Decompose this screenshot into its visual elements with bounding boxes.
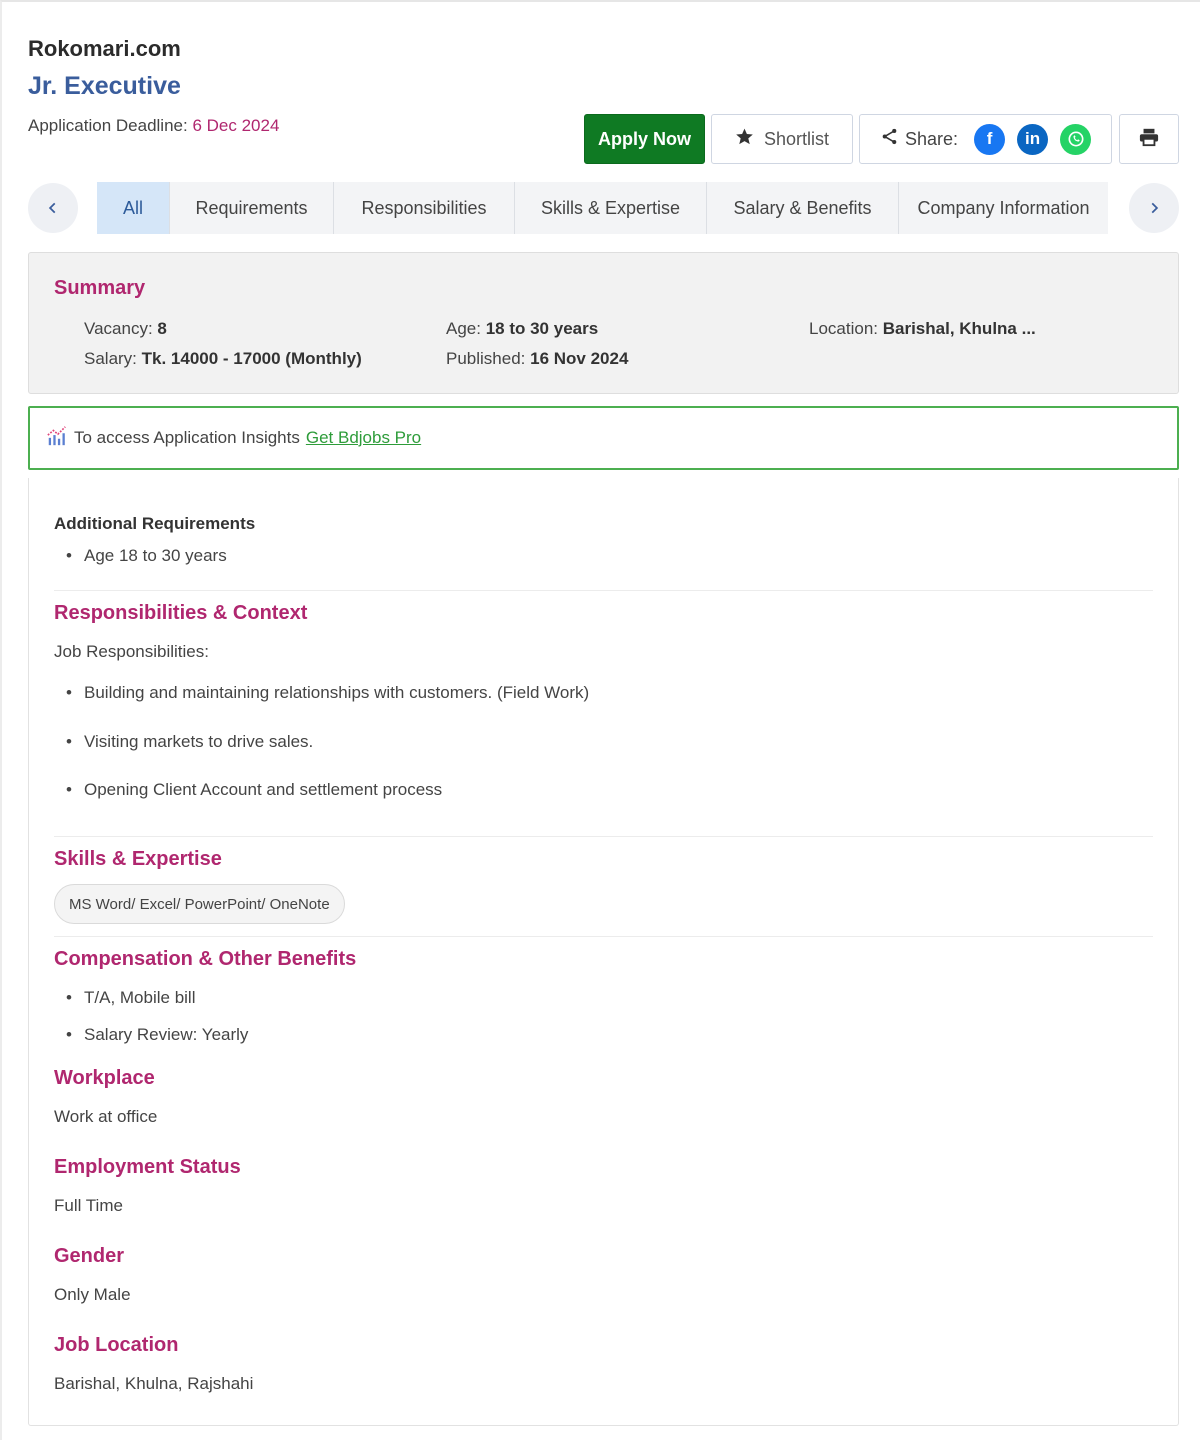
summary-age: Age: 18 to 30 years (446, 319, 598, 339)
company-name[interactable]: Rokomari.com (28, 36, 181, 62)
printer-icon (1138, 127, 1160, 152)
vacancy-label: Vacancy: (84, 319, 158, 338)
divider (54, 936, 1153, 937)
job-details-panel: Additional Requirements Age 18 to 30 yea… (28, 478, 1179, 1426)
deadline-date: 6 Dec 2024 (192, 116, 280, 135)
published-label: Published: (446, 349, 531, 368)
share-icon (880, 127, 899, 151)
benefit-item: T/A, Mobile bill (66, 988, 196, 1008)
additional-requirement-item: Age 18 to 30 years (66, 546, 227, 566)
chevron-left-icon (46, 195, 60, 221)
share-label: Share: (905, 128, 959, 149)
tabs-scroll-left-button[interactable] (28, 183, 78, 233)
tab-requirements[interactable]: Requirements (170, 182, 334, 234)
share-group: Share: f in (859, 114, 1112, 164)
workplace-value: Work at office (54, 1107, 158, 1126)
apply-now-button[interactable]: Apply Now (584, 114, 705, 164)
facebook-icon[interactable]: f (974, 123, 1006, 155)
age-value: 18 to 30 years (485, 319, 599, 338)
responsibilities-title: Responsibilities & Context (54, 602, 308, 624)
tab-salary-benefits[interactable]: Salary & Benefits (707, 182, 899, 234)
summary-location: Location: Barishal, Khulna ... (809, 319, 1036, 339)
chevron-right-icon (1147, 195, 1161, 221)
job-responsibilities-label: Job Responsibilities: (54, 642, 209, 661)
section-tabs: All Requirements Responsibilities Skills… (97, 182, 1108, 234)
divider (54, 590, 1153, 591)
star-icon (735, 127, 754, 151)
employment-status-value: Full Time (54, 1196, 123, 1215)
responsibility-item: Visiting markets to drive sales. (66, 732, 313, 752)
divider (54, 836, 1153, 837)
vacancy-value: 8 (157, 319, 167, 338)
additional-requirements-title: Additional Requirements (54, 514, 256, 533)
salary-value: Tk. 14000 - 17000 (Monthly) (141, 349, 362, 368)
shortlist-button[interactable]: Shortlist (711, 114, 853, 164)
tabs-scroll-right-button[interactable] (1129, 183, 1179, 233)
tab-skills-expertise[interactable]: Skills & Expertise (515, 182, 707, 234)
linkedin-icon[interactable]: in (1017, 123, 1049, 155)
shortlist-label: Shortlist (763, 128, 830, 149)
application-insights-banner: To access Application Insights Get Bdjob… (28, 406, 1179, 470)
gender-title: Gender (54, 1245, 125, 1267)
job-location-value: Barishal, Khulna, Rajshahi (54, 1374, 254, 1393)
employment-status-title: Employment Status (54, 1156, 241, 1178)
gender-value: Only Male (54, 1285, 131, 1304)
responsibility-item: Opening Client Account and settlement pr… (66, 780, 442, 800)
tab-responsibilities[interactable]: Responsibilities (334, 182, 515, 234)
job-title: Jr. Executive (28, 72, 181, 100)
salary-label: Salary: (84, 349, 142, 368)
skills-title: Skills & Expertise (54, 848, 222, 870)
compensation-title: Compensation & Other Benefits (54, 948, 357, 970)
summary-salary: Salary: Tk. 14000 - 17000 (Monthly) (84, 349, 362, 369)
application-deadline: Application Deadline: 6 Dec 2024 (28, 116, 279, 136)
print-button[interactable] (1119, 114, 1179, 164)
benefit-item: Salary Review: Yearly (66, 1025, 248, 1045)
summary-vacancy: Vacancy: 8 (84, 319, 167, 339)
location-value: Barishal, Khulna ... (882, 319, 1036, 338)
whatsapp-icon[interactable] (1060, 123, 1092, 155)
tab-company-information[interactable]: Company Information (899, 182, 1108, 234)
summary-panel: Summary Vacancy: 8 Age: 18 to 30 years L… (28, 252, 1179, 394)
tab-all[interactable]: All (97, 182, 170, 234)
workplace-title: Workplace (54, 1067, 155, 1089)
job-location-title: Job Location (54, 1334, 179, 1356)
published-value: 16 Nov 2024 (530, 349, 629, 368)
insights-chart-icon (46, 425, 68, 452)
location-label: Location: (809, 319, 883, 338)
deadline-label: Application Deadline: (28, 116, 193, 135)
responsibility-item: Building and maintaining relationships w… (66, 683, 589, 703)
skill-chip: MS Word/ Excel/ PowerPoint/ OneNote (54, 884, 345, 924)
insights-text: To access Application Insights (74, 428, 300, 447)
get-bdjobs-pro-link[interactable]: Get Bdjobs Pro (306, 428, 421, 448)
age-label: Age: (446, 319, 486, 338)
summary-title: Summary (54, 277, 146, 299)
summary-published: Published: 16 Nov 2024 (446, 349, 628, 369)
